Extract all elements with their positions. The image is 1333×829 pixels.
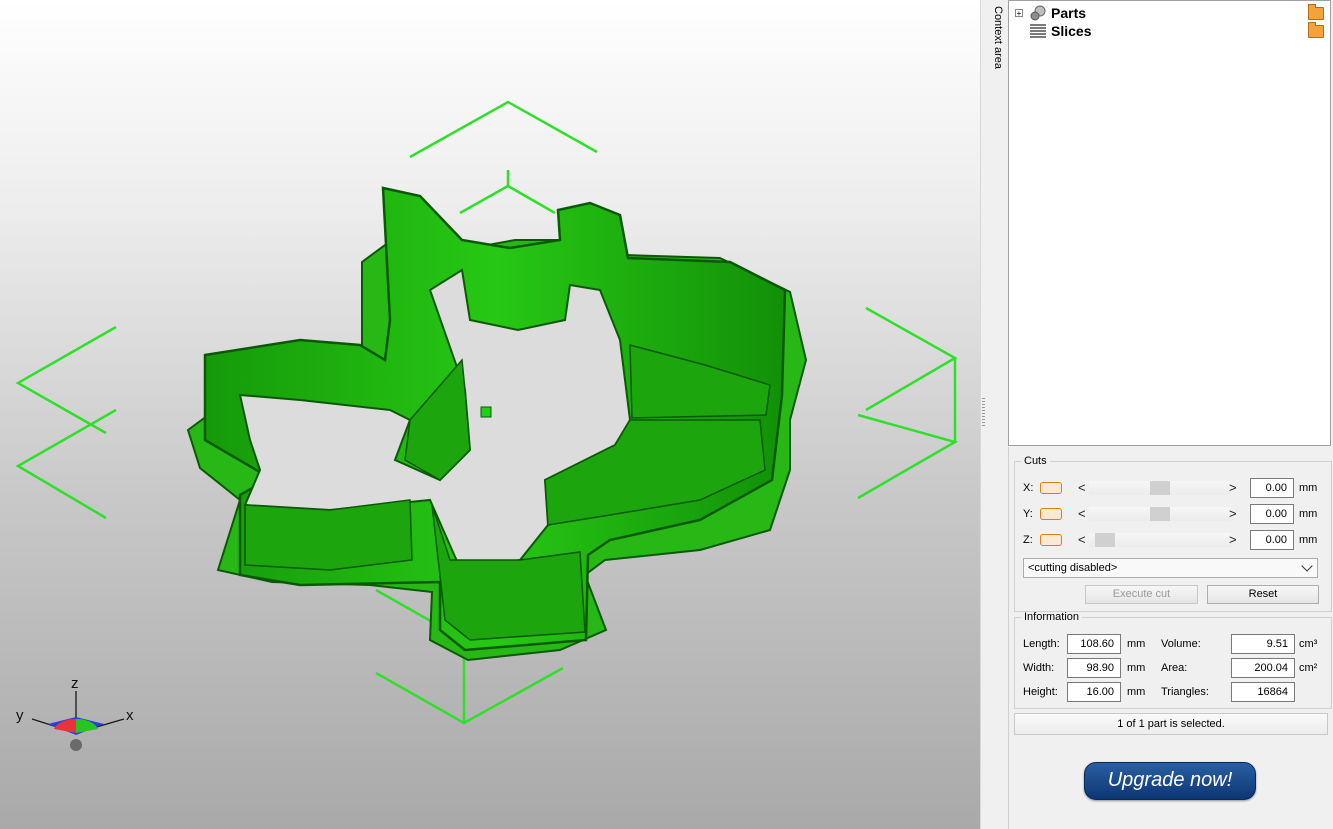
- cut-y-label: Y:: [1023, 508, 1033, 520]
- cut-x-slider-thumb[interactable]: [1150, 481, 1170, 495]
- volume-unit: cm³: [1299, 638, 1318, 650]
- cut-z-label: Z:: [1023, 534, 1033, 546]
- axis-gizmo: [31, 691, 125, 751]
- cut-y-value[interactable]: 0.00: [1250, 504, 1294, 524]
- information-title: Information: [1024, 611, 1080, 623]
- cut-z-slider-thumb[interactable]: [1095, 533, 1115, 547]
- upgrade-now-button[interactable]: Upgrade now!: [1084, 762, 1256, 800]
- tree-item-label: Parts: [1051, 5, 1087, 21]
- selection-status: 1 of 1 part is selected.: [1014, 713, 1328, 735]
- cut-z-unit: mm: [1299, 534, 1318, 546]
- volume-value: 9.51: [1231, 634, 1295, 654]
- tree-item-slices[interactable]: Slices: [1015, 22, 1091, 40]
- cut-y-decrease[interactable]: <: [1078, 506, 1086, 521]
- context-area-tab[interactable]: Context area: [984, 6, 1004, 69]
- cut-y-increase[interactable]: >: [1229, 506, 1237, 521]
- cut-z-toggle[interactable]: [1040, 534, 1062, 546]
- axis-x-label: x: [126, 707, 134, 724]
- triangles-label: Triangles:: [1161, 686, 1209, 698]
- volume-label: Volume:: [1161, 638, 1201, 650]
- length-label: Length:: [1023, 638, 1060, 650]
- cut-z-decrease[interactable]: <: [1078, 532, 1086, 547]
- 3d-viewport[interactable]: z y x: [0, 0, 980, 829]
- parts-icon: [1029, 5, 1047, 21]
- cut-z-value[interactable]: 0.00: [1250, 530, 1294, 550]
- cuts-title: Cuts: [1024, 455, 1047, 467]
- tree-item-label: Slices: [1051, 23, 1092, 39]
- cut-x-toggle[interactable]: [1040, 482, 1062, 494]
- height-unit: mm: [1127, 686, 1146, 698]
- cut-y-unit: mm: [1299, 508, 1318, 520]
- cut-y-slider-thumb[interactable]: [1150, 507, 1170, 521]
- cut-mode-select[interactable]: <cutting disabled>: [1023, 558, 1318, 578]
- open-folder-icon[interactable]: [1308, 22, 1324, 38]
- length-value: 108.60: [1067, 634, 1121, 654]
- cut-x-unit: mm: [1299, 482, 1318, 494]
- model-center-marker: [480, 406, 492, 418]
- width-value: 98.90: [1067, 658, 1121, 678]
- axis-z-label: z: [71, 675, 79, 692]
- open-folder-icon[interactable]: [1308, 4, 1324, 20]
- cut-z-slider[interactable]: [1089, 533, 1231, 547]
- area-value: 200.04: [1231, 658, 1295, 678]
- cut-x-slider[interactable]: [1089, 481, 1231, 495]
- height-label: Height:: [1023, 686, 1058, 698]
- height-value: 16.00: [1067, 682, 1121, 702]
- axis-y-label: y: [16, 707, 24, 724]
- cut-x-decrease[interactable]: <: [1078, 480, 1086, 495]
- execute-cut-button[interactable]: Execute cut: [1085, 585, 1198, 604]
- properties-panel: Cuts X: < > 0.00 mm Y: < > 0.00 mm Z: < …: [1008, 447, 1333, 829]
- model-scene: [15, 100, 959, 751]
- cut-x-value[interactable]: 0.00: [1250, 478, 1294, 498]
- cut-mode-value: <cutting disabled>: [1028, 562, 1118, 574]
- splitter-grip[interactable]: [982, 398, 985, 426]
- width-unit: mm: [1127, 662, 1146, 674]
- length-unit: mm: [1127, 638, 1146, 650]
- cut-x-label: X:: [1023, 482, 1034, 494]
- area-unit: cm²: [1299, 662, 1318, 674]
- reset-button[interactable]: Reset: [1207, 585, 1319, 604]
- chevron-down-icon: [1301, 560, 1313, 572]
- tree-item-parts[interactable]: + Parts: [1015, 4, 1086, 22]
- slices-icon: [1029, 23, 1047, 39]
- object-tree[interactable]: + Parts Slices: [1008, 0, 1331, 446]
- area-label: Area:: [1161, 662, 1188, 674]
- cut-y-slider[interactable]: [1089, 507, 1231, 521]
- tree-expander[interactable]: +: [1015, 9, 1023, 18]
- cut-x-increase[interactable]: >: [1229, 480, 1237, 495]
- width-label: Width:: [1023, 662, 1055, 674]
- triangles-value: 16864: [1231, 682, 1295, 702]
- cut-y-toggle[interactable]: [1040, 508, 1062, 520]
- cut-z-increase[interactable]: >: [1229, 532, 1237, 547]
